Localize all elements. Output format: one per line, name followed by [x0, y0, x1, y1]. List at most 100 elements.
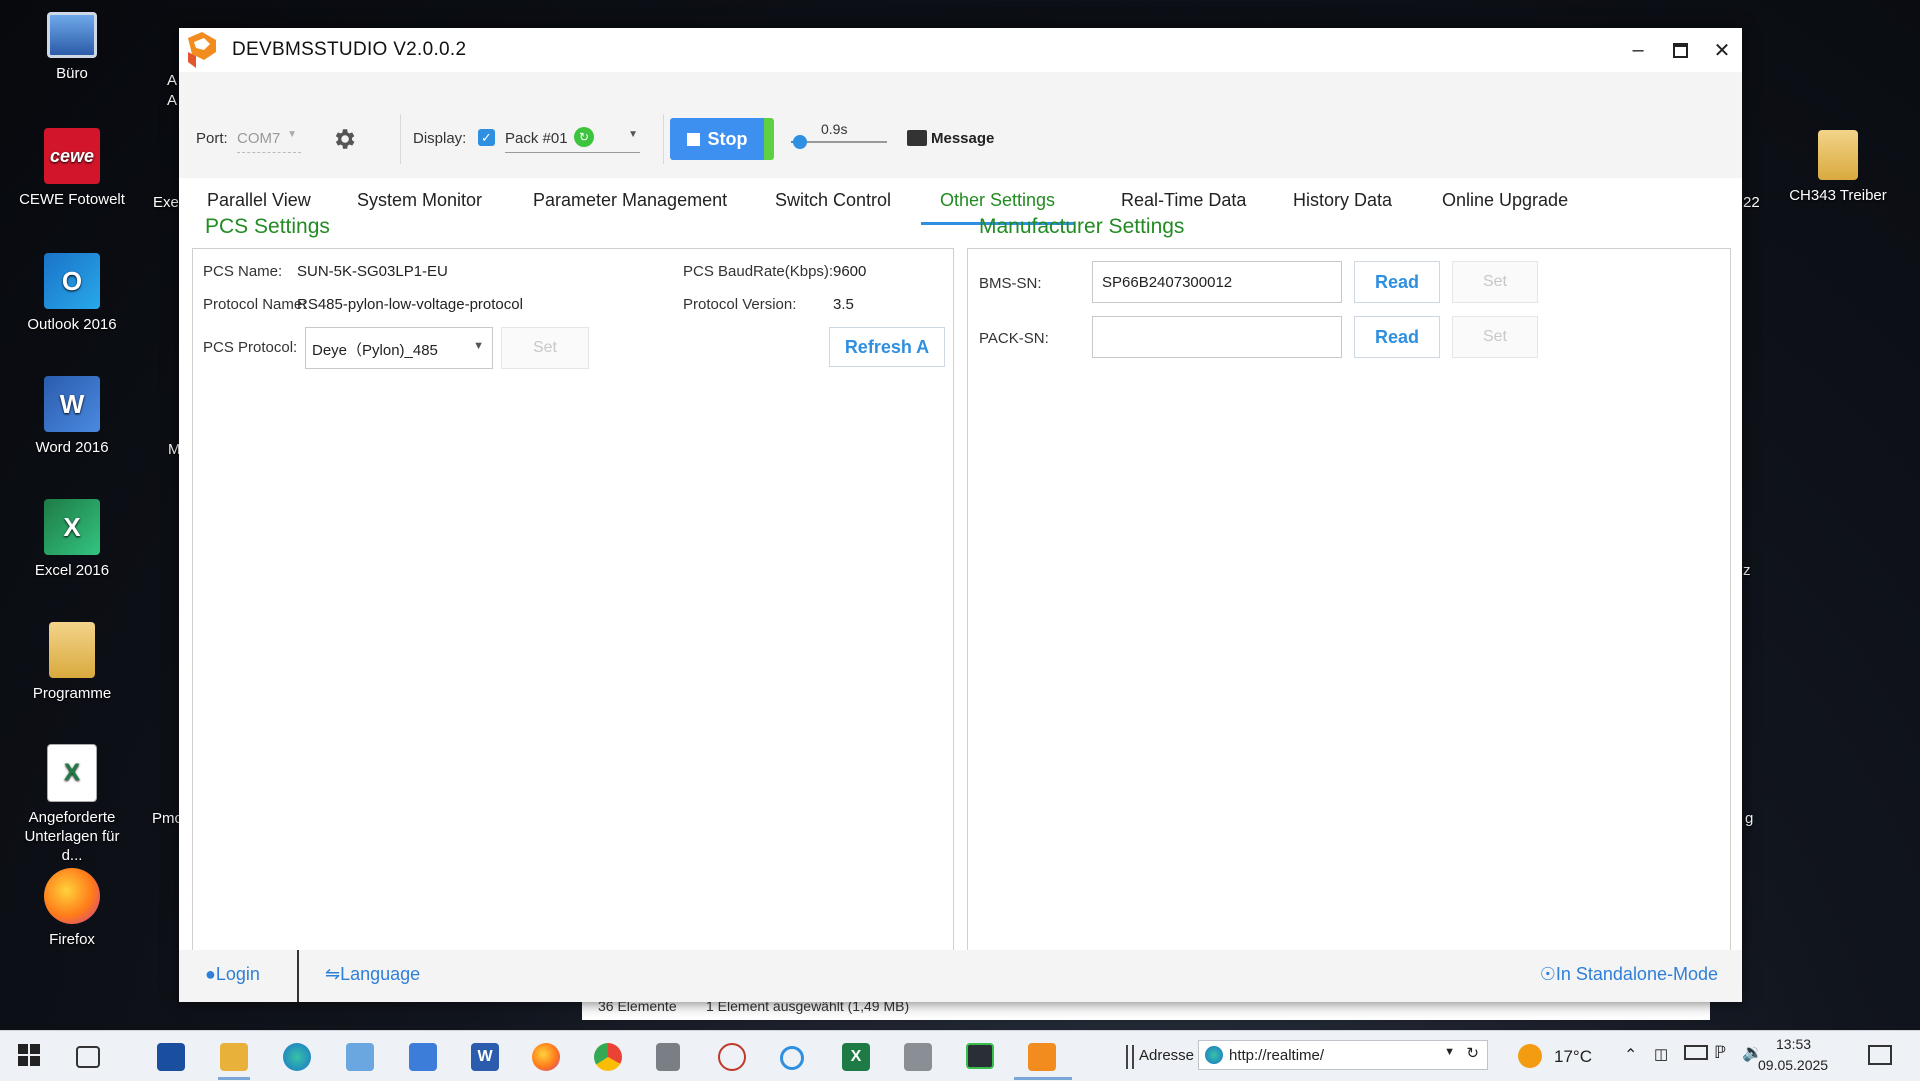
chevron-down-icon: ▼ [628, 129, 638, 140]
desktop-icon-programme[interactable]: Programme [12, 622, 132, 703]
pack-sn-set-button[interactable]: Set [1452, 316, 1538, 358]
desktop-icon-outlook[interactable]: O Outlook 2016 [12, 253, 132, 334]
partial-desktop-label: A [167, 92, 178, 109]
partial-desktop-label: Pmc [152, 810, 182, 827]
port-select[interactable]: COM7 ▼ [237, 124, 301, 153]
windows-icon [18, 1044, 28, 1054]
tab-label: Parameter Management [533, 190, 728, 210]
excel-icon: X [44, 499, 100, 555]
stop-icon [686, 132, 700, 146]
interval-slider-handle[interactable] [793, 135, 807, 149]
bms-sn-set-button[interactable]: Set [1452, 261, 1538, 303]
tab-history-data[interactable]: History Data [1293, 178, 1392, 222]
outlook-icon: O [44, 253, 100, 309]
desktop-icon-label: Firefox [49, 931, 95, 948]
tab-system-monitor[interactable]: System Monitor [357, 178, 482, 222]
file-explorer-icon[interactable] [220, 1043, 248, 1071]
set-label: Set [532, 339, 557, 356]
tab-label: History Data [1293, 190, 1393, 210]
calculator-icon[interactable] [656, 1043, 680, 1071]
bms-sn-value: SP66B2407300012 [1102, 273, 1233, 291]
pcs-protocol-label: PCS Protocol: [203, 339, 298, 356]
notification-icon[interactable] [1868, 1045, 1892, 1065]
laptop-icon[interactable] [346, 1043, 374, 1071]
desktop-icon-angeforderte[interactable]: X Angeforderte Unterlagen für d... [12, 744, 132, 865]
device-icon[interactable]: ◫ [1654, 1045, 1668, 1063]
clock-time[interactable]: 13:53 [1776, 1036, 1811, 1052]
network-icon[interactable]: ℙ [1714, 1043, 1726, 1063]
chevron-up-icon[interactable]: ⌃ [1624, 1045, 1637, 1065]
pack-sn-input[interactable] [1092, 316, 1342, 358]
pcs-protocol-value: Deye（Pylon)_485 [312, 342, 438, 359]
tab-label: Parallel View [207, 190, 311, 210]
stop-button[interactable]: Stop [670, 118, 774, 160]
refresh-button[interactable]: Refresh A [829, 327, 945, 367]
snipping-icon[interactable] [718, 1043, 746, 1071]
language-label: Language [340, 964, 421, 984]
message-button[interactable]: Message [907, 126, 994, 150]
tab-parameter-management[interactable]: Parameter Management [533, 178, 727, 222]
tab-online-upgrade[interactable]: Online Upgrade [1442, 178, 1568, 222]
login-button[interactable]: ●Login [205, 964, 260, 985]
desktop-icon-label: Word 2016 [35, 439, 109, 456]
terminal-icon[interactable] [966, 1043, 994, 1069]
message-label: Message [931, 129, 995, 147]
usb-tool-icon[interactable] [904, 1043, 932, 1071]
set-label: Set [1482, 328, 1507, 345]
desktop-icon-label: Outlook 2016 [27, 316, 117, 333]
chrome-icon[interactable] [594, 1043, 622, 1071]
desktop-icon-buero[interactable]: Büro [12, 6, 132, 83]
app-icon[interactable] [409, 1043, 437, 1071]
protocol-version-value: 3.5 [833, 296, 854, 313]
bms-sn-input[interactable]: SP66B2407300012 [1092, 261, 1342, 303]
pcs-protocol-set-button[interactable]: Set [501, 327, 589, 369]
bms-sn-read-button[interactable]: Read [1354, 261, 1440, 303]
weather-icon[interactable] [1518, 1044, 1542, 1068]
firefox-icon[interactable] [532, 1043, 560, 1071]
desktop-icon-ch343[interactable]: CH343 Treiber [1778, 130, 1898, 205]
translate-icon: ⇋ [325, 964, 341, 984]
clock-date[interactable]: 09.05.2025 [1758, 1057, 1828, 1073]
minimize-button[interactable]: – [1618, 34, 1658, 66]
language-button[interactable]: ⇋Language [325, 964, 420, 985]
toolbar-divider [663, 114, 664, 164]
pcs-protocol-select[interactable]: Deye（Pylon)_485 ▼ [305, 327, 493, 369]
pack-sn-read-button[interactable]: Read [1354, 316, 1440, 358]
chevron-down-icon: ▼ [287, 129, 297, 140]
display-checkbox[interactable]: ✓ [478, 129, 495, 146]
desktop-icon-label: Programme [32, 685, 112, 702]
desktop-icon-excel[interactable]: X Excel 2016 [12, 499, 132, 580]
devbmsstudio-icon[interactable] [1028, 1043, 1056, 1071]
excel-icon[interactable]: X [842, 1043, 870, 1071]
task-view-icon[interactable] [76, 1046, 100, 1068]
close-button[interactable]: ✕ [1702, 34, 1742, 66]
desktop-icon-word[interactable]: W Word 2016 [12, 376, 132, 457]
globe-icon: ☉ [1539, 964, 1556, 984]
standalone-mode-indicator[interactable]: ☉In Standalone-Mode [1540, 964, 1718, 985]
pcs-settings-title: PCS Settings [205, 215, 330, 238]
read-label: Read [1374, 271, 1419, 292]
chevron-down-icon[interactable]: ▼ [1444, 1046, 1455, 1058]
pcs-settings-panel: PCS Name: SUN-5K-SG03LP1-EU PCS BaudRate… [192, 248, 954, 970]
settings-button[interactable] [331, 126, 357, 152]
read-label: Read [1374, 326, 1419, 347]
partial-desktop-label: A [167, 72, 178, 89]
start-button[interactable] [18, 1044, 40, 1066]
store-icon[interactable] [157, 1043, 185, 1071]
tab-switch-control[interactable]: Switch Control [775, 178, 891, 222]
edge-icon[interactable] [283, 1043, 311, 1071]
pack-select[interactable]: Pack #01 ↻ ▼ [505, 124, 640, 153]
cortana-icon[interactable] [780, 1046, 804, 1070]
battery-icon[interactable] [1684, 1045, 1708, 1060]
toolbar-grip [1126, 1045, 1134, 1069]
maximize-button[interactable] [1660, 34, 1700, 66]
interval-slider[interactable] [791, 135, 887, 149]
desktop-icon-firefox[interactable]: Firefox [12, 868, 132, 949]
user-icon: ● [205, 964, 216, 984]
word-icon[interactable]: W [471, 1043, 499, 1071]
refresh-icon[interactable]: ↻ [1466, 1044, 1479, 1062]
desktop-icon-cewe[interactable]: cewe CEWE Fotowelt [12, 128, 132, 209]
refresh-label: Refresh A [844, 336, 930, 357]
manufacturer-settings-panel: BMS-SN: SP66B2407300012 Read Set PACK-SN… [967, 248, 1731, 970]
address-input[interactable]: http://realtime/ ▼ ↻ [1198, 1040, 1488, 1070]
